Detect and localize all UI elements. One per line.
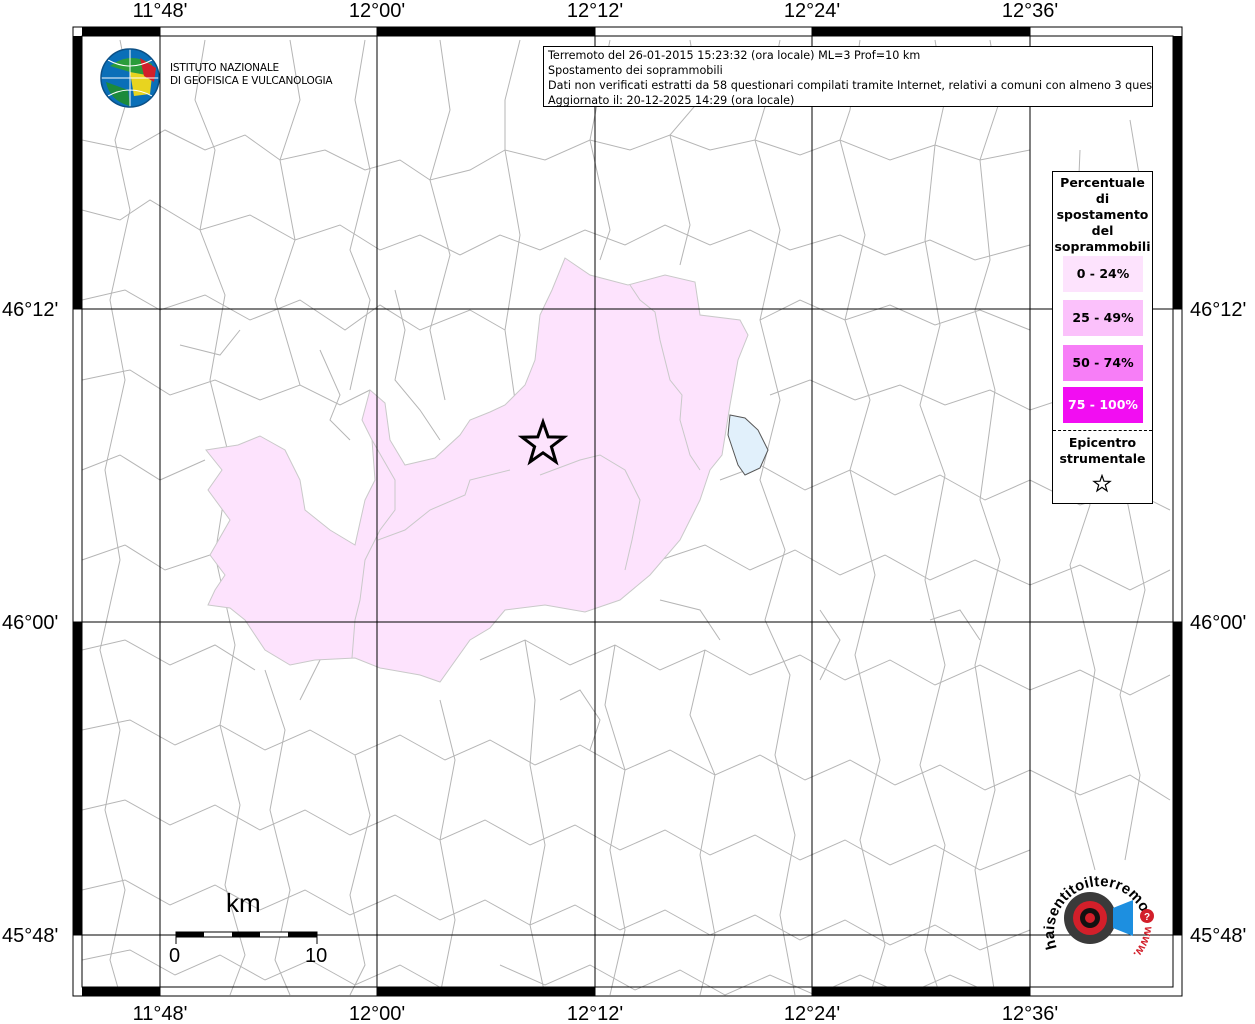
ingv-name-line2: DI GEOFISICA E VULCANOLOGIA — [170, 75, 333, 87]
legend-title-line: Percentuale — [1060, 175, 1145, 190]
lon-label: 11°48' — [133, 0, 188, 22]
legend-item-25-49: 25 - 49% — [1063, 300, 1143, 336]
lon-label: 12°36' — [1002, 1003, 1058, 1024]
brand-url-text: www. — [1131, 924, 1157, 961]
data-disclaimer: Dati non verificati estratti da 58 quest… — [548, 79, 1153, 92]
legend-item-50-74: 50 - 74% — [1063, 345, 1143, 381]
longitude-labels-top: 11°48' 12°00' 12°12' 12°24' 12°36' — [133, 0, 1059, 22]
lat-label: 46°00' — [1190, 612, 1246, 634]
lat-label: 46°12' — [1190, 299, 1246, 321]
lon-label: 12°24' — [784, 0, 840, 22]
scale-start: 0 — [169, 945, 181, 967]
ingv-name-line1: ISTITUTO NAZIONALE — [170, 62, 279, 74]
lon-label: 12°24' — [784, 1003, 840, 1024]
lat-label: 45°48' — [1190, 925, 1246, 947]
svg-text:www.: www. — [1131, 924, 1157, 961]
latitude-labels-right: 46°12' 46°00' 45°48' — [1190, 299, 1246, 947]
legend-title-line: spostamento — [1056, 207, 1149, 222]
legend-epicenter-label: Epicentro strumentale — [1053, 435, 1152, 467]
felt-area-0-24 — [205, 257, 749, 683]
legend-divider — [1053, 430, 1152, 431]
svg-text:?: ? — [1144, 912, 1150, 923]
map-subject: Spostamento dei soprammobili — [548, 64, 723, 77]
legend-title-line: soprammobili — [1054, 239, 1151, 254]
lon-label: 12°00' — [349, 1003, 405, 1024]
legend-epicenter-line: strumentale — [1059, 451, 1146, 466]
event-title: Terremoto del 26-01-2015 15:23:32 (ora l… — [548, 49, 921, 62]
lon-label: 12°36' — [1002, 0, 1058, 22]
star-icon — [1092, 474, 1112, 493]
latitude-labels-left: 46°12' 46°00' 45°48' — [2, 299, 58, 947]
legend-epicenter-line: Epicentro — [1068, 435, 1137, 450]
legend: Percentuale di spostamento del soprammob… — [1052, 171, 1153, 504]
lon-label: 12°12' — [567, 0, 623, 22]
ingv-name: ISTITUTO NAZIONALE DI GEOFISICA E VULCAN… — [170, 62, 333, 88]
haisentito-logo-icon: haisentitoilterremoto.it www. ? — [1035, 860, 1157, 961]
lon-label: 12°12' — [567, 1003, 623, 1024]
event-info-box: Terremoto del 26-01-2015 15:23:32 (ora l… — [543, 46, 1153, 107]
update-time: Aggiornato il: 20-12-2025 14:29 (ora loc… — [548, 94, 795, 107]
legend-title: Percentuale di spostamento del soprammob… — [1053, 172, 1152, 255]
lat-label: 45°48' — [2, 925, 58, 947]
legend-title-line: del — [1091, 223, 1114, 238]
scale-bar — [175, 931, 318, 944]
lon-label: 11°48' — [133, 1003, 188, 1024]
lat-label: 46°12' — [2, 299, 58, 321]
legend-title-line: di — [1095, 191, 1110, 206]
lon-label: 12°00' — [349, 0, 405, 22]
legend-item-0-24: 0 - 24% — [1063, 256, 1143, 292]
legend-item-75-100: 75 - 100% — [1063, 387, 1143, 423]
longitude-labels-bottom: 11°48' 12°00' 12°12' 12°24' 12°36' — [133, 1003, 1059, 1024]
lat-label: 46°00' — [2, 612, 58, 634]
scale-end: 10 — [305, 945, 328, 967]
scale-unit: km — [226, 888, 261, 918]
